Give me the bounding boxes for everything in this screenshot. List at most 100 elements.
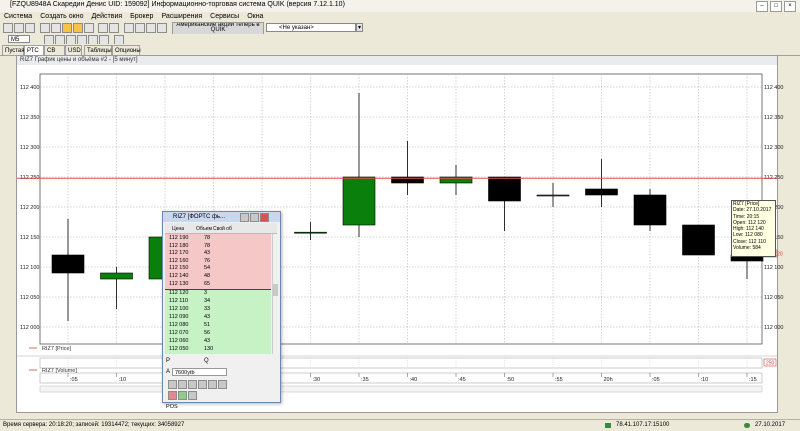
maximize-icon[interactable]: [250, 213, 259, 222]
bid-row[interactable]: 112 100 33: [167, 306, 273, 313]
bid-row[interactable]: 112 110 34: [167, 298, 273, 305]
price-cell: 112 120: [169, 290, 189, 296]
candle-body: [633, 194, 667, 226]
y-tick-label-right: 112 350: [764, 115, 783, 121]
clock-icon: [744, 423, 750, 428]
bid-row[interactable]: 112 050 130: [167, 346, 273, 353]
bid-row[interactable]: 112 060 43: [167, 338, 273, 345]
y-tick-label-left: 112 150: [20, 235, 39, 241]
volume-scale-label: 250: [766, 361, 775, 367]
x-tick-label: 20h: [604, 377, 613, 383]
x-tick-label: :45: [458, 377, 466, 383]
pos-label: POS: [166, 404, 178, 410]
price-cell: 112 050: [169, 346, 189, 352]
x-tick-label: :10: [701, 377, 709, 383]
y-tick-label-left: 112 300: [20, 145, 39, 151]
volume-plot-area: [39, 357, 763, 369]
scroll-thumb[interactable]: [273, 284, 278, 296]
candle-body: [682, 224, 715, 256]
refresh-icon[interactable]: [208, 380, 217, 389]
candle-body: [488, 176, 521, 202]
x-tick-label: :35: [361, 377, 369, 383]
ask-row[interactable]: 112 160 76: [167, 258, 273, 265]
price-cell: 112 110: [169, 298, 189, 304]
y-tick-label-left: 112 000: [20, 325, 39, 331]
volume-legend: RIZ7 [Volume]: [42, 368, 77, 374]
candle-body: [294, 231, 327, 234]
price-cell: 112 170: [169, 250, 189, 257]
price-cell: 112 190: [169, 235, 189, 241]
cancel-icon[interactable]: [198, 380, 207, 389]
bid-row[interactable]: 112 120 3: [167, 290, 273, 297]
candle-tooltip: RIZ7 [Price] Date: 27.10.2017 Time: 20:1…: [731, 200, 776, 257]
ask-row[interactable]: 112 190 78: [167, 235, 273, 242]
ask-row[interactable]: 112 150 54: [167, 265, 273, 272]
status-date: 27.10.2017: [755, 422, 786, 428]
price-cell: 112 090: [169, 314, 189, 320]
reverse-position-icon[interactable]: [178, 391, 187, 400]
ask-row[interactable]: 112 180 78: [167, 243, 273, 250]
bid-row[interactable]: 112 090 43: [167, 314, 273, 321]
volume-cell: 43: [204, 250, 211, 257]
x-tick-label: :05: [70, 377, 78, 383]
y-tick-label-right: 112 050: [764, 295, 783, 301]
candle-body: [51, 254, 85, 274]
server-ip: 78.41.107.17:15100: [616, 422, 670, 428]
minimize-icon[interactable]: [240, 213, 249, 222]
price-cell: 112 160: [169, 257, 189, 264]
price-cell: 112 070: [169, 330, 189, 336]
tooltip-line: Volume: 584: [733, 245, 761, 252]
order-book-scrollbar[interactable]: [272, 234, 279, 354]
account-select[interactable]: 7600ytb: [172, 368, 227, 376]
candle-body: [100, 272, 133, 280]
server-info: Время сервера: 20:18:20; записей: 193144…: [3, 422, 185, 428]
volume-cell: 48: [204, 273, 211, 279]
volume-cell: 3: [204, 290, 208, 296]
price-cell: 112 180: [169, 242, 189, 249]
price-legend: RIZ7 [Price]: [42, 346, 72, 352]
price-cell: 112 100: [169, 306, 189, 312]
volume-cell: 78: [204, 242, 211, 249]
buy-icon[interactable]: [168, 380, 177, 389]
tooltip-line: Date: 27.10.2017: [733, 207, 772, 214]
x-tick-label: :40: [410, 377, 418, 383]
col-own-volume-header: Свой об: [213, 226, 232, 232]
ask-row[interactable]: 112 130 65: [167, 281, 273, 288]
x-tick-label: :30: [313, 377, 321, 383]
bid-row[interactable]: 112 070 56: [167, 330, 273, 337]
close-icon[interactable]: [260, 213, 269, 222]
price-chart[interactable]: RIZ7 [Price] RIZ7 [Volume] 250 112 120 1…: [0, 0, 800, 430]
sell-icon[interactable]: [178, 380, 187, 389]
volume-cell: 51: [204, 322, 211, 328]
order-book-title: RIZ7 [ФОРТС фь...: [173, 214, 226, 220]
volume-cell: 130: [204, 346, 214, 352]
candle-body: [536, 194, 570, 197]
volume-cell: 34: [204, 298, 211, 304]
volume-cell: 56: [204, 330, 211, 336]
y-tick-label-left: 112 400: [20, 85, 39, 91]
settings-icon[interactable]: [218, 380, 227, 389]
x-tick-label: :15: [749, 377, 757, 383]
x-tick-label: :50: [507, 377, 515, 383]
volume-cell: 33: [204, 306, 211, 312]
ask-row[interactable]: 112 140 48: [167, 273, 273, 280]
y-tick-label-left: 112 050: [20, 295, 39, 301]
y-tick-label-left: 112 350: [20, 115, 39, 121]
price-field-label: P: [166, 358, 171, 364]
volume-cell: 76: [204, 257, 211, 264]
y-tick-label-right: 112 400: [764, 85, 783, 91]
candle-body: [585, 188, 618, 196]
chart-scrollbar[interactable]: [39, 385, 763, 393]
order-book-controls: [240, 213, 278, 222]
connection-icon: [605, 423, 611, 428]
ask-row[interactable]: 112 170 43: [167, 250, 273, 257]
account-field-label: A: [166, 369, 171, 375]
price-cell: 112 060: [169, 338, 189, 344]
close-position-icon[interactable]: [168, 391, 177, 400]
candle-body: [342, 176, 376, 226]
bid-row[interactable]: 112 080 51: [167, 322, 273, 329]
stop-icon[interactable]: [188, 380, 197, 389]
y-tick-label-right: 112 000: [764, 325, 783, 331]
limit-icon[interactable]: [188, 391, 197, 400]
volume-cell: 65: [204, 280, 211, 287]
